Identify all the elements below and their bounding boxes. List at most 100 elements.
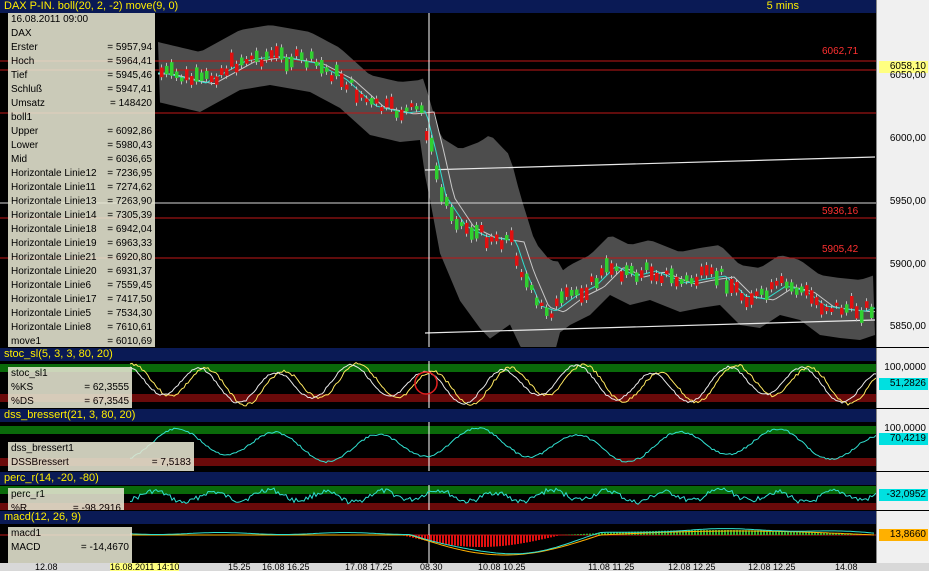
price-axis[interactable]: 6058,10 6050,00 6000,00 5950,00 5900,00 …: [876, 0, 929, 347]
main-info-row: Tief = 5945,46: [8, 69, 155, 83]
candle-body: [695, 276, 699, 286]
main-info-row: Horizontale Linie18 = 6942,04: [8, 223, 155, 237]
candle-body: [565, 287, 569, 297]
stoc-axis[interactable]: 100,0000 51,2826: [876, 348, 929, 408]
main-info-row: Mid = 6036,65: [8, 153, 155, 167]
candle-body: [530, 285, 534, 291]
main-info-key: Horizontale Linie11: [11, 182, 96, 193]
macd-histogram-bar: [454, 535, 456, 546]
main-info-value: = 7305,39: [107, 210, 152, 221]
macd-histogram-bar: [475, 535, 477, 547]
macd-info-row: MACD = -14,4670: [8, 541, 132, 555]
perc-info-value: [117, 488, 121, 502]
main-info-value: [148, 13, 152, 27]
macd-histogram-bar: [541, 535, 543, 540]
candle-body: [660, 275, 664, 284]
main-info-value: = 6036,65: [107, 154, 152, 165]
candle-body: [725, 280, 729, 294]
candle-body: [540, 302, 544, 306]
macd-title: macd(12, 26, 9): [4, 511, 82, 523]
candle-body: [415, 106, 419, 110]
candle-body: [575, 289, 579, 296]
candle-body: [225, 68, 229, 76]
macd-histogram-bar: [487, 535, 489, 547]
main-info-row: Horizontale Linie13 = 7263,90: [8, 195, 155, 209]
perc-info-key: %R: [11, 503, 28, 510]
perc-info-key: perc_r1: [11, 489, 45, 500]
perc-pane[interactable]: perc_r(14, -20, -80) perc_r1 %R = -98,2916…: [0, 472, 929, 510]
candle-body: [690, 278, 694, 284]
candle-body: [205, 70, 209, 79]
main-info-key: Horizontale Linie18: [11, 224, 97, 235]
candle-body: [755, 291, 759, 296]
main-info-key: Erster: [11, 42, 38, 53]
candle-body: [570, 289, 574, 296]
main-info-row: DAX: [8, 27, 155, 41]
perc-axis[interactable]: -32,0952: [876, 472, 929, 510]
stoc-data-window: stoc_sl1 %KS = 62,3555 %DS = 67,3545: [8, 367, 132, 408]
price-pane-title: DAX P-IN. boll(20, 2, -2) move(9, 0): [4, 0, 179, 12]
macd-histogram-bar: [496, 535, 498, 547]
macd-histogram-bar: [478, 535, 480, 547]
candle-body: [670, 268, 674, 284]
main-info-value: [148, 27, 152, 41]
candle-body: [200, 72, 204, 81]
macd-histogram-bar: [448, 535, 450, 545]
stoc-info-row: %KS = 62,3555: [8, 381, 132, 395]
dss-pane[interactable]: dss_bressert(21, 3, 80, 20) dss_bressert…: [0, 409, 929, 471]
candle-body: [750, 293, 754, 305]
price-pane[interactable]: DAX P-IN. boll(20, 2, -2) move(9, 0) 5 m…: [0, 0, 929, 347]
candle-body: [480, 225, 484, 233]
dss-info-row: dss_bressert1: [8, 442, 194, 456]
macd-histogram-bar: [544, 535, 546, 539]
macd-histogram-bar: [499, 535, 501, 547]
main-info-key: Horizontale Linie13: [11, 196, 97, 207]
price-pane-header: DAX P-IN. boll(20, 2, -2) move(9, 0) 5 m…: [0, 0, 877, 13]
candle-body: [785, 281, 789, 289]
dss-axis[interactable]: 100,0000 70,4219: [876, 409, 929, 471]
main-info-key: Horizontale Linie6: [11, 280, 92, 291]
candle-body: [835, 302, 839, 306]
candle-body: [615, 266, 619, 271]
candle-body: [465, 222, 469, 234]
time-tick: 14.08: [835, 563, 858, 571]
main-info-row: Upper = 6092,86: [8, 125, 155, 139]
perc-pane-header: perc_r(14, -20, -80): [0, 472, 877, 485]
time-tick: 12.08 12.25: [668, 563, 716, 571]
candle-body: [310, 51, 314, 59]
dss-info-key: DSSBressert: [11, 457, 69, 468]
main-info-value: = 7417,50: [107, 294, 152, 305]
macd-badge: 13,8660: [879, 529, 928, 541]
candle-body: [720, 268, 724, 272]
macd-axis[interactable]: 13,8660: [876, 511, 929, 563]
candle-body: [515, 255, 519, 266]
candle-body: [455, 219, 459, 230]
macd-histogram-bar: [589, 533, 591, 535]
candle-body: [800, 286, 804, 293]
candle-body: [400, 109, 404, 121]
macd-info-value: [125, 527, 129, 541]
macd-histogram-bar: [469, 535, 471, 547]
candle-body: [550, 313, 554, 318]
macd-histogram-bar: [553, 535, 555, 537]
time-axis[interactable]: 12.08 16.08.2011 14:10 15.25 16.08 16.25 17.…: [0, 563, 929, 571]
main-info-value: = 6942,04: [107, 224, 152, 235]
dss-pane-header: dss_bressert(21, 3, 80, 20): [0, 409, 877, 422]
main-info-key: Horizontale Linie12: [11, 168, 97, 179]
candle-body: [545, 307, 549, 316]
candle-body: [715, 270, 719, 286]
main-info-row: Horizontale Linie6 = 7559,45: [8, 279, 155, 293]
stoc-pane[interactable]: stoc_sl(5, 3, 3, 80, 20) stoc_sl1 %KS = 62…: [0, 348, 929, 408]
main-info-key: boll1: [11, 112, 33, 123]
candle-body: [425, 131, 429, 141]
candle-body: [230, 52, 234, 67]
time-tick: 11.08 11.25: [588, 563, 635, 571]
candle-body: [475, 224, 479, 239]
macd-histogram-bar: [526, 535, 528, 543]
price-tick-1: 6050,00: [889, 70, 926, 81]
main-info-value: = 5964,41: [107, 56, 152, 67]
macd-pane[interactable]: macd(12, 26, 9) macd1 MACD = -14,4670 13,8…: [0, 511, 929, 563]
candle-body: [340, 73, 344, 87]
main-info-value: [148, 111, 152, 125]
candle-body: [240, 57, 244, 66]
